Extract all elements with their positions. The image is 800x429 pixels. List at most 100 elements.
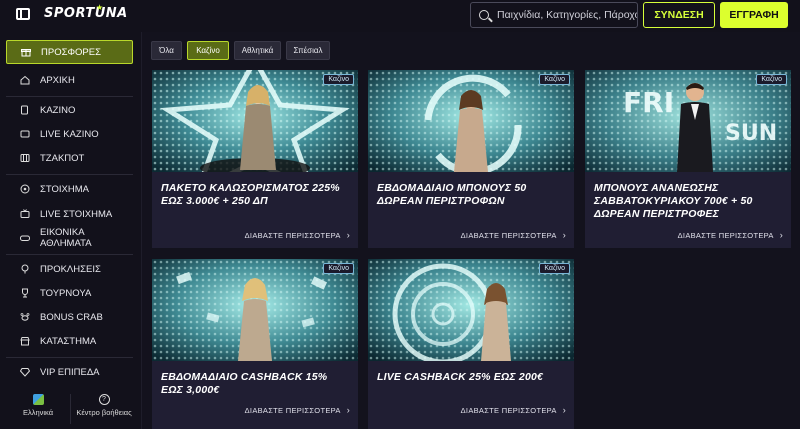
soccer-ball-icon	[20, 184, 30, 194]
challenge-icon	[20, 264, 30, 274]
live-tv-icon	[20, 209, 30, 219]
sidebar-item-tournaments[interactable]: ΤΟΥΡΝΟΥΑ	[6, 281, 133, 305]
live-casino-icon	[20, 129, 30, 139]
sidebar-item-vip-levels[interactable]: VIP ΕΠΙΠΕΔΑ	[6, 360, 133, 384]
sidebar: ΠΡΟΣΦΟΡΕΣ ΑΡΧΙΚΗ ΚΑΖΙΝΟ LIVE ΚΑΖΙΝΟ ΤΖΑΚ…	[0, 32, 142, 429]
register-button[interactable]: ΕΓΓΡΑΦΗ	[720, 2, 788, 28]
sidebar-item-label: ΠΡΟΚΛΗΣΕΙΣ	[40, 263, 101, 275]
sidebar-item-bonus-crab[interactable]: BONUS CRAB	[6, 305, 133, 329]
promo-title: ΕΒΔΟΜΑΔΙΑΙΟ CASHBACK 15% ΕΩΣ 3,000€	[161, 371, 328, 396]
jackpot-icon	[20, 153, 30, 163]
promo-title: LIVE CASHBACK 25% ΕΩΣ 200€	[377, 371, 544, 383]
sidebar-item-label: ΠΡΟΣΦΟΡΕΣ	[41, 46, 101, 58]
sidebar-item-label: ΚΑΖΙΝΟ	[40, 104, 76, 116]
greek-flag-icon	[32, 394, 44, 405]
login-button[interactable]: ΣΥΝΔΕΣΗ	[643, 2, 715, 28]
sidebar-item-label: LIVE ΚΑΖΙΝΟ	[40, 128, 99, 140]
top-header: SPORTUNA ★ ΣΥΝΔΕΣΗ ΕΓΓΡΑΦΗ	[0, 0, 800, 32]
sidebar-item-label: ΕΙΚΟΝΙΚΑ ΑΘΛΗΜΑΤΑ	[40, 227, 92, 249]
category-badge: Καζίνο	[539, 74, 570, 85]
filter-casino[interactable]: Καζίνο	[187, 41, 229, 60]
sidebar-item-virtual-sports[interactable]: ΕΙΚΟΝΙΚΑ ΑΘΛΗΜΑΤΑ	[6, 226, 133, 250]
sidebar-item-live-betting[interactable]: LIVE ΣΤΟΙΧΗΜΑ	[6, 202, 133, 226]
promo-title: ΕΒΔΟΜΑΔΙΑΙΟ ΜΠΟΝΟΥΣ 50 ΔΩΡΕΑΝ ΠΕΡΙΣΤΡΟΦΩ…	[377, 182, 527, 207]
read-more-link[interactable]: ΔΙΑΒΑΣΤΕ ΠΕΡΙΣΣΟΤΕΡΑ ›	[245, 405, 350, 415]
sidebar-item-label: ΑΡΧΙΚΗ	[40, 74, 75, 86]
sidebar-item-jackpot[interactable]: ΤΖΑΚΠΟΤ	[6, 146, 133, 170]
sidebar-item-home[interactable]: ΑΡΧΙΚΗ	[6, 68, 133, 92]
sidebar-item-shop[interactable]: ΚΑΤΑΣΤΗΜΑ	[6, 329, 133, 353]
sidebar-divider	[6, 254, 133, 255]
gift-icon	[21, 47, 31, 57]
category-badge: Καζίνο	[756, 74, 787, 85]
sidebar-divider	[6, 96, 133, 97]
sidebar-item-betting[interactable]: ΣΤΟΙΧΗΜΑ	[6, 177, 133, 201]
trophy-icon	[20, 288, 30, 298]
filter-all[interactable]: Όλα	[151, 41, 182, 60]
promo-card[interactable]: Καζίνο ΕΒΔΟΜΑΔΙΑΙΟ ΜΠΟΝΟΥΣ 50 ΔΩΡΕΑΝ ΠΕΡ…	[368, 70, 574, 248]
footer-divider	[70, 394, 71, 424]
search-input[interactable]	[497, 9, 637, 21]
chevron-right-icon: ›	[779, 230, 783, 240]
sidebar-item-label: ΚΑΤΑΣΤΗΜΑ	[40, 335, 97, 347]
promo-image-weekend-reload: FRI SUN Καζίνο	[585, 70, 791, 172]
read-more-link[interactable]: ΔΙΑΒΑΣΤΕ ΠΕΡΙΣΣΟΤΕΡΑ ›	[461, 230, 566, 240]
sidebar-item-label: VIP ΕΠΙΠΕΔΑ	[40, 366, 100, 378]
sidebar-item-label: ΤΖΑΚΠΟΤ	[40, 152, 85, 164]
shop-icon	[20, 336, 30, 346]
promo-card[interactable]: Καζίνο LIVE CASHBACK 25% ΕΩΣ 200€ ΔΙΑΒΑΣ…	[368, 259, 574, 429]
filter-sports[interactable]: Αθλητικά	[234, 41, 281, 60]
sidebar-item-label: ΣΤΟΙΧΗΜΑ	[40, 183, 89, 195]
read-more-link[interactable]: ΔΙΑΒΑΣΤΕ ΠΕΡΙΣΣΟΤΕΡΑ ›	[245, 230, 350, 240]
diamond-icon	[20, 367, 30, 377]
search-icon	[479, 10, 489, 20]
chevron-right-icon: ›	[346, 230, 350, 240]
promo-card[interactable]: Καζίνο ΠΑΚΕΤΟ ΚΑΛΩΣΟΡΙΣΜΑΤΟΣ 225% ΕΩΣ 3.…	[152, 70, 358, 248]
crab-icon	[20, 312, 30, 322]
sun-text: SUN	[725, 121, 777, 146]
fri-text: FRI	[623, 86, 674, 119]
promo-card[interactable]: FRI SUN Καζίνο ΜΠΟΝΟΥΣ ΑΝΑΝΕΩΣΗΣ ΣΑΒΒΑΤΟ…	[585, 70, 791, 248]
chevron-right-icon: ›	[562, 230, 566, 240]
read-more-link[interactable]: ΔΙΑΒΑΣΤΕ ΠΕΡΙΣΣΟΤΕΡΑ ›	[461, 405, 566, 415]
help-center-link[interactable]: ? Κέντρο βοήθειας	[74, 394, 134, 417]
home-icon	[20, 75, 30, 85]
read-more-label: ΔΙΑΒΑΣΤΕ ΠΕΡΙΣΣΟΤΕΡΑ	[677, 230, 774, 240]
sidebar-divider	[6, 174, 133, 175]
category-badge: Καζίνο	[323, 74, 354, 85]
sidebar-item-label: LIVE ΣΤΟΙΧΗΜΑ	[40, 208, 113, 220]
chevron-right-icon: ›	[562, 405, 566, 415]
cards-icon	[20, 105, 30, 115]
read-more-label: ΔΙΑΒΑΣΤΕ ΠΕΡΙΣΣΟΤΕΡΑ	[460, 230, 557, 240]
chevron-right-icon: ›	[346, 405, 350, 415]
help-icon: ?	[98, 394, 110, 405]
filter-special[interactable]: Σπέσιαλ	[286, 41, 330, 60]
language-selector[interactable]: Ελληνικά	[8, 394, 68, 417]
sidebar-item-label: ΤΟΥΡΝΟΥΑ	[40, 287, 92, 299]
gamepad-icon	[20, 233, 30, 243]
promo-image-welcome: Καζίνο	[152, 70, 358, 172]
promo-card[interactable]: Καζίνο ΕΒΔΟΜΑΔΙΑΙΟ CASHBACK 15% ΕΩΣ 3,00…	[152, 259, 358, 429]
promo-image-weekly-cashback: Καζίνο	[152, 259, 358, 361]
sidebar-item-live-casino[interactable]: LIVE ΚΑΖΙΝΟ	[6, 122, 133, 146]
sportuna-logo[interactable]: SPORTUNA	[44, 6, 128, 21]
sidebar-item-casino[interactable]: ΚΑΖΙΝΟ	[6, 98, 133, 122]
read-more-label: ΔΙΑΒΑΣΤΕ ΠΕΡΙΣΣΟΤΕΡΑ	[460, 405, 557, 415]
promo-image-free-spins: Καζίνο	[368, 70, 574, 172]
help-label: Κέντρο βοήθειας	[76, 408, 132, 417]
category-badge: Καζίνο	[323, 263, 354, 274]
read-more-label: ΔΙΑΒΑΣΤΕ ΠΕΡΙΣΣΟΤΕΡΑ	[244, 230, 341, 240]
sidebar-item-promotions[interactable]: ΠΡΟΣΦΟΡΕΣ	[6, 40, 133, 64]
language-label: Ελληνικά	[22, 408, 54, 417]
search-box[interactable]	[470, 2, 638, 28]
category-badge: Καζίνο	[539, 263, 570, 274]
read-more-link[interactable]: ΔΙΑΒΑΣΤΕ ΠΕΡΙΣΣΟΤΕΡΑ ›	[678, 230, 783, 240]
promo-title: ΠΑΚΕΤΟ ΚΑΛΩΣΟΡΙΣΜΑΤΟΣ 225% ΕΩΣ 3.000€ + …	[161, 182, 340, 207]
read-more-label: ΔΙΑΒΑΣΤΕ ΠΕΡΙΣΣΟΤΕΡΑ	[244, 405, 341, 415]
promo-title: ΜΠΟΝΟΥΣ ΑΝΑΝΕΩΣΗΣ ΣΑΒΒΑΤΟΚΥΡΙΑΚΟΥ 700€ +…	[594, 182, 753, 220]
promo-image-live-cashback: Καζίνο	[368, 259, 574, 361]
sidebar-toggle-icon[interactable]	[16, 8, 30, 20]
sidebar-divider	[6, 357, 133, 358]
sidebar-item-label: BONUS CRAB	[40, 311, 103, 323]
sidebar-item-challenges[interactable]: ΠΡΟΚΛΗΣΕΙΣ	[6, 257, 133, 281]
